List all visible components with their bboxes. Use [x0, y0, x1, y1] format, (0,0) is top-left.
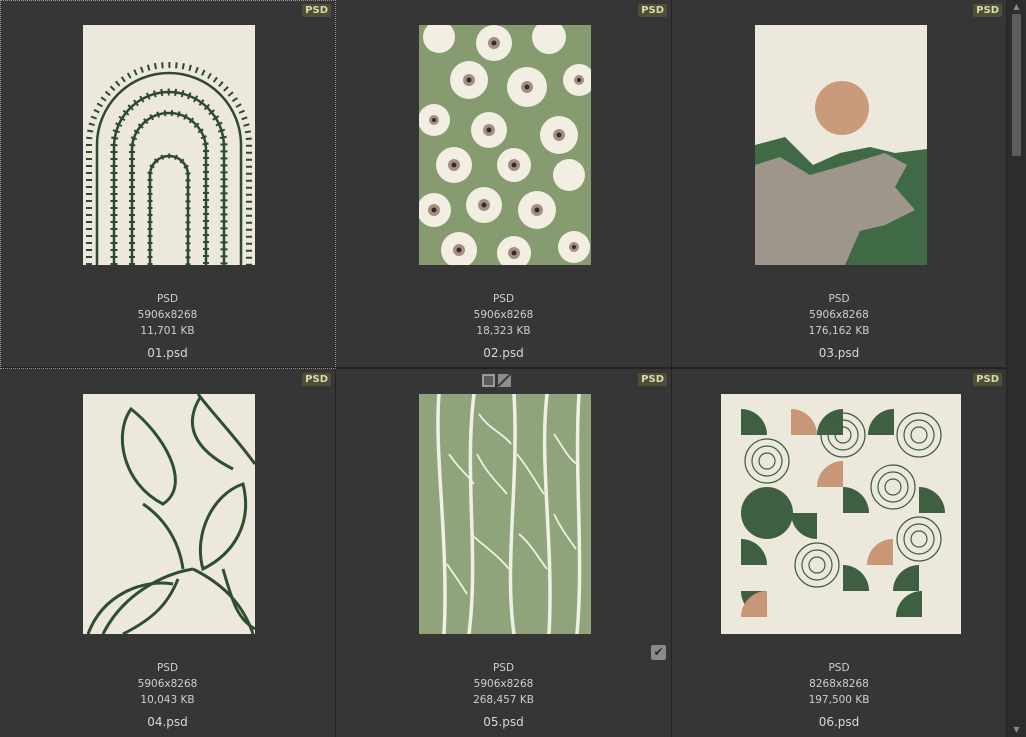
file-dimensions: 5906x8268 — [137, 678, 198, 690]
file-tile-03[interactable]: PSD PSD 5906x8268 176,162 KB 03.psd — [672, 0, 1007, 369]
file-format: PSD — [156, 662, 179, 674]
file-dimensions: 5906x8268 — [473, 309, 534, 321]
file-tile-01[interactable]: PSD PSD 5906x8268 11,701 KB 01.psd — [0, 0, 336, 369]
file-size: 11,701 KB — [140, 325, 195, 337]
thumbnail-01[interactable] — [83, 25, 255, 265]
file-metadata: PSD 5906x8268 11,701 KB — [0, 291, 335, 339]
overlay-toolbar — [482, 374, 511, 387]
file-metadata: PSD 8268x8268 197,500 KB — [672, 660, 1006, 708]
thumbnail-05[interactable] — [419, 394, 591, 634]
file-format: PSD — [492, 662, 515, 674]
format-badge: PSD — [973, 373, 1002, 386]
vertical-scrollbar[interactable]: ▲ ▼ — [1007, 0, 1026, 737]
format-badge: PSD — [638, 373, 667, 386]
file-tile-02[interactable]: PSD PSD 5906x8268 18,323 KB 02.psd — [336, 0, 672, 369]
file-tile-05[interactable]: PSD ✔ PSD 5906x8268 268,457 KB 05.psd — [336, 369, 672, 737]
file-dimensions: 8268x8268 — [809, 678, 869, 690]
thumbnail-02[interactable] — [419, 25, 591, 265]
chevron-up-icon[interactable]: ▲ — [1007, 0, 1026, 14]
file-format: PSD — [492, 293, 515, 305]
file-name[interactable]: 03.psd — [672, 346, 1006, 360]
file-name[interactable]: 04.psd — [0, 715, 335, 729]
scrollbar-thumb[interactable] — [1012, 14, 1021, 156]
file-name[interactable]: 02.psd — [336, 346, 671, 360]
format-badge: PSD — [302, 4, 331, 17]
chevron-down-icon[interactable]: ▼ — [1007, 723, 1026, 737]
file-metadata: PSD 5906x8268 10,043 KB — [0, 660, 335, 708]
file-dimensions: 5906x8268 — [137, 309, 198, 321]
file-name[interactable]: 06.psd — [672, 715, 1006, 729]
file-dimensions: 5906x8268 — [473, 678, 534, 690]
thumbnail-grid: PSD PSD 5906x8268 11,701 KB 01.psd PSD P… — [0, 0, 1007, 737]
file-format: PSD — [156, 293, 179, 305]
format-badge: PSD — [973, 4, 1002, 17]
file-format: PSD — [828, 293, 850, 305]
thumbnail-06[interactable] — [721, 394, 961, 634]
frame-icon[interactable] — [482, 374, 495, 387]
file-dimensions: 5906x8268 — [809, 309, 869, 321]
no-fill-icon[interactable] — [498, 374, 511, 387]
file-format: PSD — [828, 662, 850, 674]
file-metadata: PSD 5906x8268 176,162 KB — [672, 291, 1006, 339]
file-size: 176,162 KB — [808, 325, 870, 337]
thumbnail-03[interactable] — [755, 25, 927, 265]
file-metadata: PSD 5906x8268 18,323 KB — [336, 291, 671, 339]
file-size: 18,323 KB — [476, 325, 531, 337]
format-badge: PSD — [302, 373, 331, 386]
file-name[interactable]: 01.psd — [0, 346, 335, 360]
file-tile-04[interactable]: PSD PSD 5906x8268 10,043 KB 04.psd — [0, 369, 336, 737]
file-name[interactable]: 05.psd — [336, 715, 671, 729]
file-size: 10,043 KB — [140, 694, 195, 706]
file-size: 268,457 KB — [473, 694, 534, 706]
select-checkbox[interactable]: ✔ — [651, 645, 666, 660]
format-badge: PSD — [638, 4, 667, 17]
file-tile-06[interactable]: PSD PSD 8268x8268 197,500 KB 06.psd — [672, 369, 1007, 737]
thumbnail-04[interactable] — [83, 394, 255, 634]
file-size: 197,500 KB — [808, 694, 870, 706]
file-metadata: PSD 5906x8268 268,457 KB — [336, 660, 671, 708]
